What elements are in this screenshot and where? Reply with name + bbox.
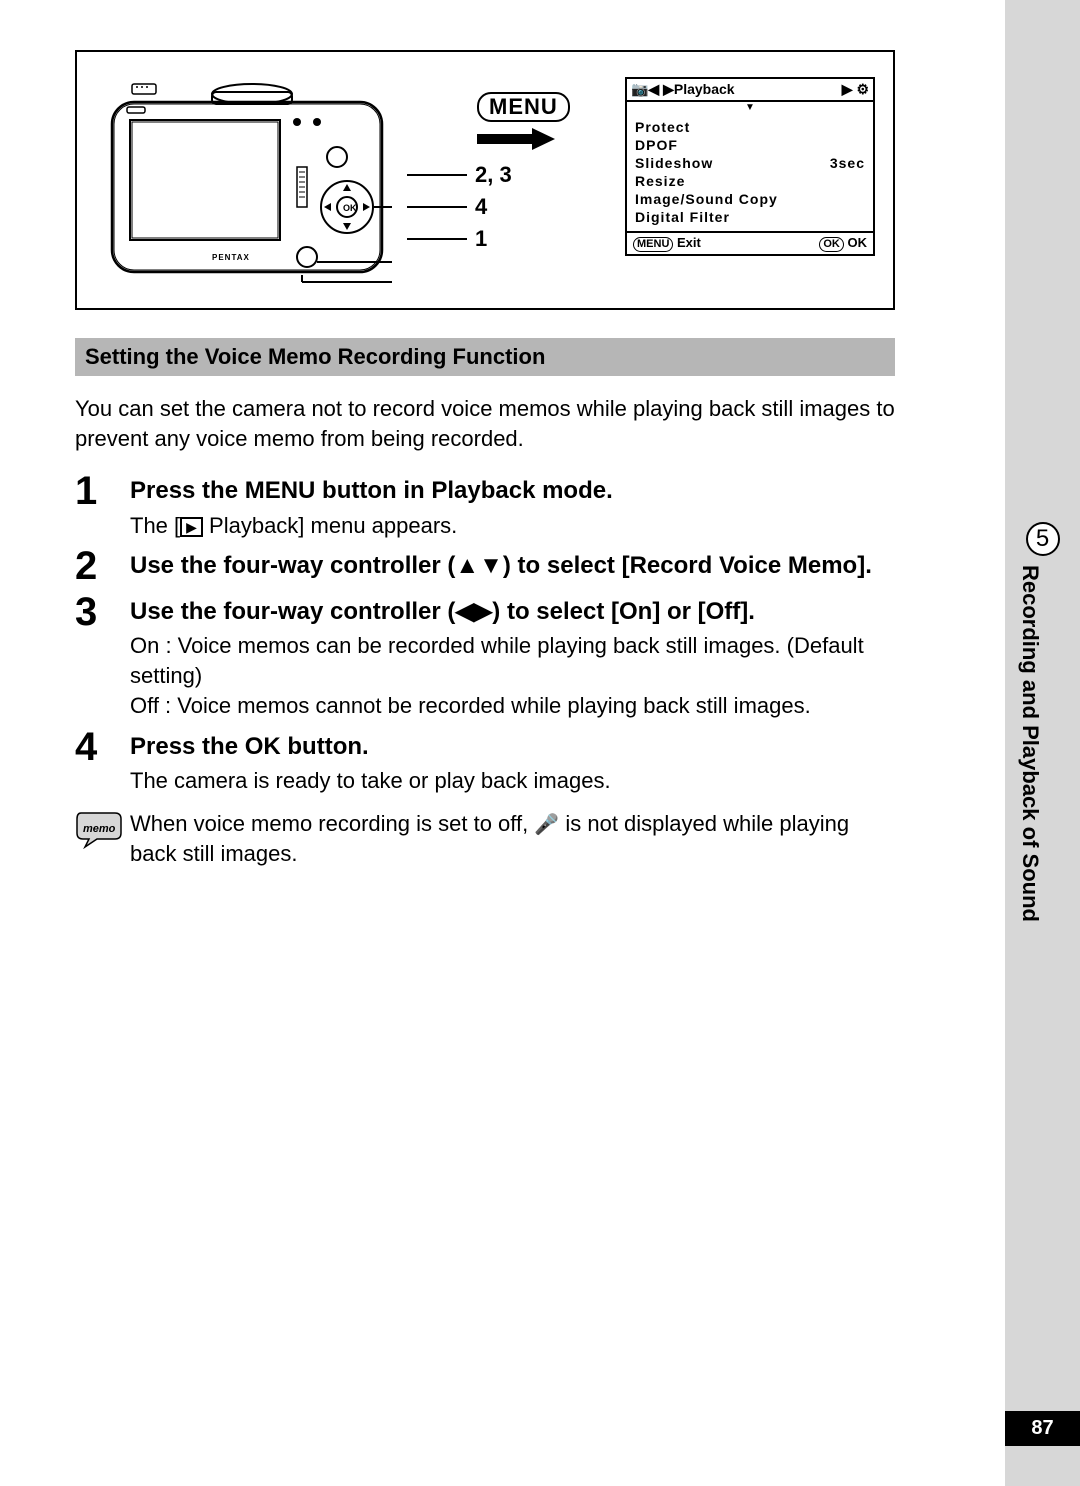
step-1: 1 Press the MENU button in Playback mode… (75, 471, 895, 540)
svg-text:OK: OK (343, 203, 357, 213)
callout-4: 4 (475, 194, 487, 220)
step-number: 4 (75, 727, 130, 796)
section-title-bar: Setting the Voice Memo Recording Functio… (75, 338, 895, 376)
menu-tab-right: ▶ ⚙ (842, 81, 869, 98)
chapter-title: Recording and Playback of Sound (1017, 565, 1043, 922)
callout-1: 1 (475, 226, 487, 252)
memo-icon: memo (75, 809, 130, 869)
menu-items-list: Protect DPOF Slideshow3sec Resize Image/… (627, 113, 873, 231)
callout-labels: MENU 2, 3 4 1 (407, 92, 570, 258)
step-description: The [▶ Playback] menu appears. (130, 511, 895, 541)
step-description: On : Voice memos can be recorded while p… (130, 631, 895, 720)
menu-button-label: MENU (477, 92, 570, 122)
step-number: 3 (75, 592, 130, 720)
step-description: The camera is ready to take or play back… (130, 766, 895, 796)
figure-box: OK PENTAX MENU 2, 3 (75, 50, 895, 310)
memo-note: memo When voice memo recording is set to… (75, 809, 895, 869)
step-number: 1 (75, 471, 130, 540)
steps-list: 1 Press the MENU button in Playback mode… (75, 471, 895, 795)
step-3: 3 Use the four-way controller (◀▶) to se… (75, 592, 895, 720)
step-4: 4 Press the OK button. The camera is rea… (75, 727, 895, 796)
camera-illustration: OK PENTAX (102, 72, 392, 292)
step-title: Use the four-way controller (◀▶) to sele… (130, 596, 895, 627)
step-title: Use the four-way controller (▲▼) to sele… (130, 550, 895, 581)
step-2: 2 Use the four-way controller (▲▼) to se… (75, 546, 895, 586)
microphone-icon: 🎤 (534, 814, 559, 836)
memo-text: When voice memo recording is set to off,… (130, 809, 895, 869)
svg-text:PENTAX: PENTAX (212, 253, 250, 262)
menu-tab-left: 📷◀ ▶Playback (631, 81, 735, 98)
arrow-icon (477, 126, 570, 152)
page-number: 87 (1005, 1411, 1080, 1446)
step-title: Press the MENU button in Playback mode. (130, 475, 895, 506)
sidebar-tab: 5 Recording and Playback of Sound 87 (1005, 0, 1080, 1486)
callout-2-3: 2, 3 (475, 162, 512, 188)
step-title: Press the OK button. (130, 731, 895, 762)
svg-text:memo: memo (83, 823, 116, 835)
playback-menu-screen: 📷◀ ▶Playback ▶ ⚙ ▼ Protect DPOF Slidesho… (625, 77, 875, 256)
chapter-number: 5 (1026, 522, 1060, 556)
step-number: 2 (75, 546, 130, 586)
playback-icon: ▶ (180, 517, 203, 537)
intro-text: You can set the camera not to record voi… (75, 394, 895, 453)
